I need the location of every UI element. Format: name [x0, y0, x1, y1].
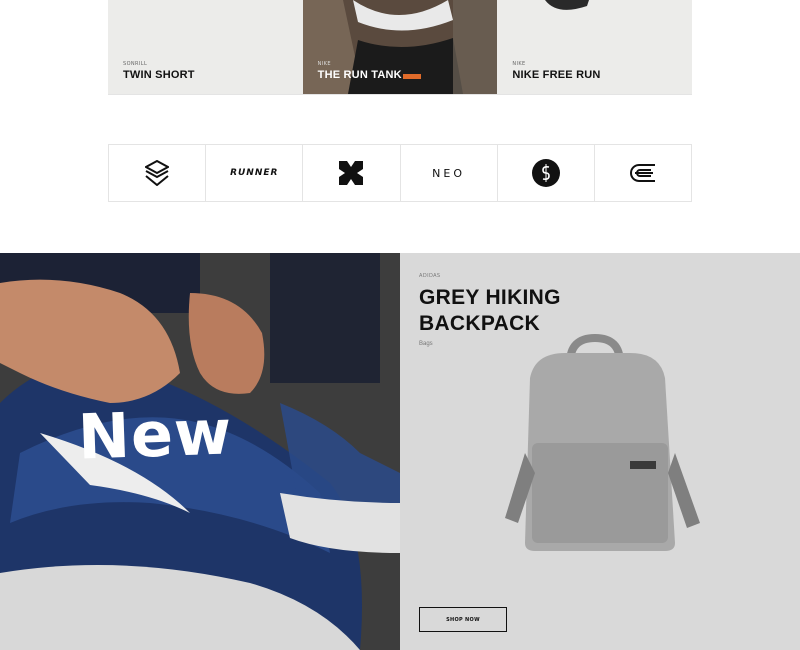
- product-strip: SONRILL TWIN SHORT NIKE THE RUN TANK NIK…: [108, 0, 693, 95]
- product-name[interactable]: NIKE FREE RUN: [512, 69, 600, 81]
- product-card-twin-short[interactable]: SONRILL TWIN SHORT: [108, 0, 303, 94]
- s-shield-logo-icon: [145, 160, 170, 186]
- product-name[interactable]: THE RUN TANK: [318, 69, 402, 81]
- s-circle-logo-icon: [531, 159, 560, 187]
- neo-logo-text: NEO: [432, 166, 466, 180]
- runner-logo-text: RUNNER: [230, 168, 279, 178]
- featured-category[interactable]: Bags: [419, 341, 433, 347]
- featured-title[interactable]: GREY HIKING BACKPACK: [419, 285, 619, 337]
- brand-logo-row: RUNNER NEO: [108, 144, 692, 202]
- product-card-free-run[interactable]: NIKE NIKE FREE RUN: [497, 0, 693, 94]
- product-brand: NIKE: [512, 61, 526, 67]
- shop-now-button[interactable]: SHOP NOW: [419, 607, 507, 632]
- product-card-run-tank[interactable]: NIKE THE RUN TANK: [302, 0, 498, 94]
- brand-logo-1[interactable]: [109, 145, 207, 201]
- featured-brand: ADIDAS: [419, 273, 441, 279]
- featured-product-banner: ADIDAS GREY HIKING BACKPACK Bags SHOP NO…: [400, 253, 800, 650]
- brand-logo-3[interactable]: [303, 145, 401, 201]
- product-brand: NIKE: [317, 61, 331, 67]
- brand-logo-6[interactable]: [595, 145, 691, 201]
- x-logo-icon: [339, 161, 364, 185]
- backpack-image: [505, 333, 700, 551]
- brand-logo-5[interactable]: [498, 145, 595, 201]
- brand-logo-runner[interactable]: RUNNER: [206, 145, 304, 201]
- new-label: New: [76, 395, 234, 474]
- brand-logo-neo[interactable]: NEO: [401, 145, 498, 201]
- e-logo-icon: [630, 164, 655, 182]
- product-brand: SONRILL: [123, 61, 148, 67]
- product-name[interactable]: TWIN SHORT: [123, 69, 195, 81]
